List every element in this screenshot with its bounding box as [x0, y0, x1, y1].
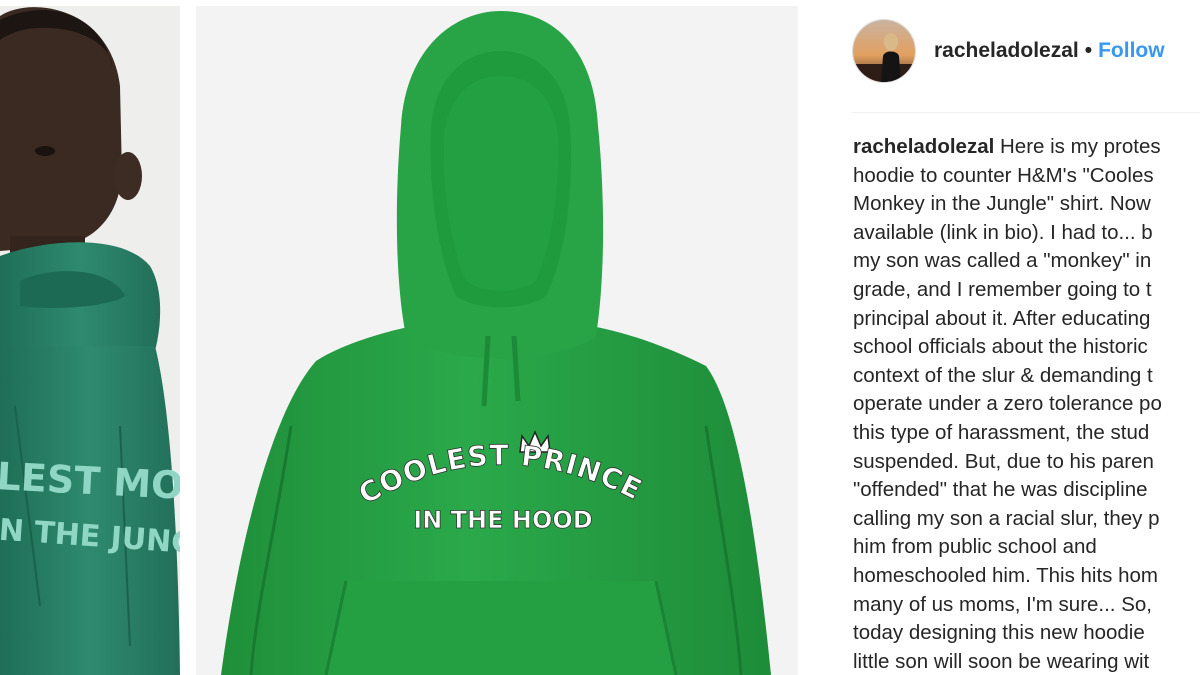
post-header-text: racheladolezal • Follow [934, 39, 1165, 63]
caption-line: school officials about the historic [853, 335, 1148, 359]
caption-line: grade, and I remember going to t [853, 277, 1152, 301]
caption-line: available (link in bio). I had to... b [853, 220, 1153, 244]
caption-line: context of the slur & demanding t [853, 363, 1153, 387]
caption-line: racheladolezal Here is my protes [853, 133, 1200, 162]
hoodie-text-line2: IN THE HOOD [413, 506, 592, 534]
avatar[interactable] [852, 19, 916, 83]
username-link[interactable]: racheladolezal [934, 39, 1079, 63]
caption-text: Here is my protes [1000, 135, 1161, 158]
caption-line: little son will soon be wearing wit [853, 649, 1150, 673]
caption-line: Monkey in the Jungle" shirt. Now [853, 192, 1151, 216]
caption-line: him from public school and [853, 535, 1097, 559]
caption-line: calling my son a racial slur, they p [853, 506, 1160, 530]
caption-line: today designing this new hoodie [853, 621, 1145, 645]
hoodie-product-photo: COOLEST PRINCE IN THE HOOD [196, 6, 798, 675]
post-header: racheladolezal • Follow [852, 16, 1200, 86]
caption-line: principal about it. After educating [853, 306, 1151, 330]
caption-line: suspended. But, due to his paren [853, 449, 1154, 473]
instagram-post-panel: racheladolezal • Follow racheladolezal H… [820, 0, 1200, 675]
caption-line: hoodie to counter H&M's "Cooles [853, 163, 1154, 187]
caption-line: this type of harassment, the stud [853, 420, 1150, 444]
caption-line: many of us moms, I'm sure... So, [853, 592, 1152, 616]
caption-line: operate under a zero tolerance po [853, 392, 1162, 416]
follow-button[interactable]: Follow [1098, 39, 1165, 63]
caption-line: my son was called a "monkey" in [853, 249, 1152, 273]
caption-line: homeschooled him. This hits hom [853, 563, 1158, 587]
post-caption: racheladolezal Here is my protes hoodie … [853, 133, 1200, 675]
separator-dot: • [1084, 39, 1093, 62]
caption-line: "offended" that he was discipline [853, 478, 1148, 502]
left-product-photo: LEST MONKE N THE JUNGLE [0, 6, 180, 675]
caption-username-link[interactable]: racheladolezal [853, 135, 994, 158]
header-divider [852, 112, 1200, 113]
